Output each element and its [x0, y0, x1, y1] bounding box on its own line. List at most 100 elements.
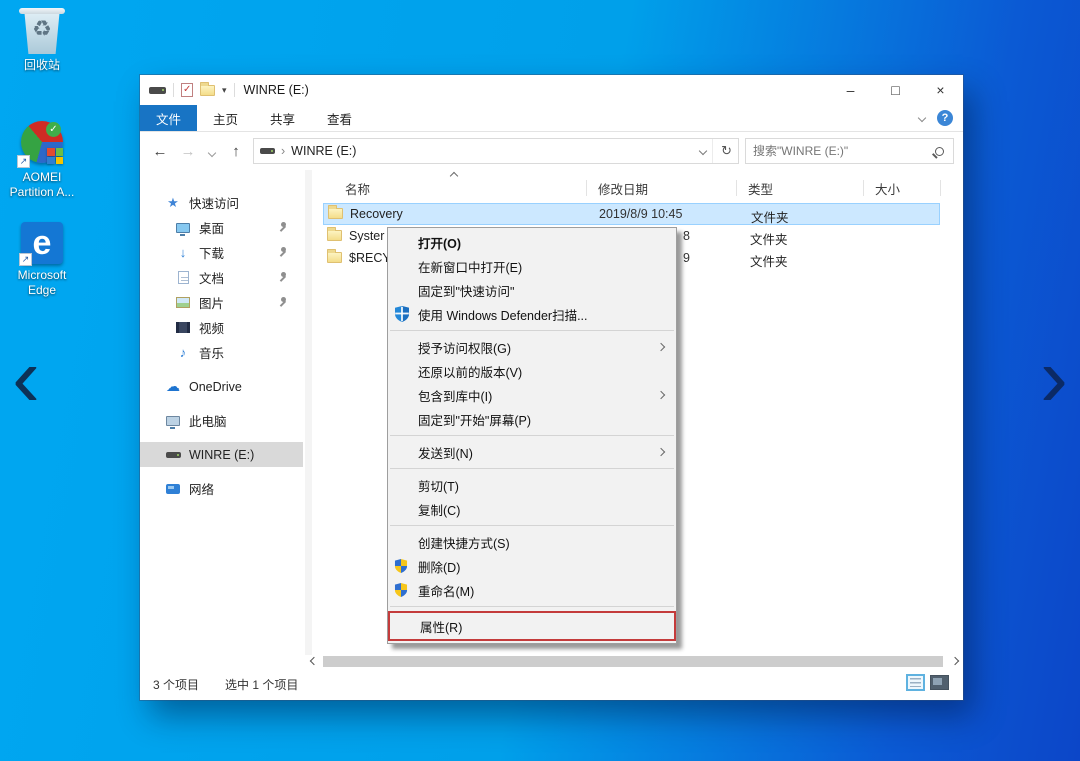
details-view-button[interactable] [906, 674, 925, 691]
sort-ascending-icon [450, 172, 458, 180]
menu-item-pin-quick-access[interactable]: 固定到"快速访问" [388, 278, 676, 302]
carousel-prev-icon[interactable]: ‹ [4, 342, 48, 418]
address-bar[interactable]: › WINRE (E:) ↻ [253, 138, 739, 164]
pin-icon [277, 247, 287, 257]
menu-item-open-new-window[interactable]: 在新窗口中打开(E) [388, 254, 676, 278]
menu-item-include-in-library[interactable]: 包含到库中(I) [388, 383, 676, 407]
menu-item-cut[interactable]: 剪切(T) [388, 473, 676, 497]
sidebar-item-downloads[interactable]: ↓ 下载 [140, 240, 303, 265]
thumbnail-view-button[interactable] [930, 675, 949, 690]
tab-home[interactable]: 主页 [197, 105, 254, 131]
desktop: ♻ 回收站 ↗ AOMEI Partition A... e ↗ Microso… [0, 0, 1080, 761]
tab-view[interactable]: 查看 [311, 105, 368, 131]
network-icon [165, 484, 181, 494]
menu-item-pin-to-start[interactable]: 固定到"开始"屏幕(P) [388, 407, 676, 431]
scroll-right-icon[interactable] [951, 657, 959, 665]
qat-dropdown-icon[interactable]: ▾ [222, 85, 227, 96]
desktop-icon-label2: Partition A... [0, 185, 84, 200]
help-icon[interactable]: ? [937, 110, 953, 126]
window-controls: – □ × [828, 75, 963, 105]
sidebar-item-videos[interactable]: 视频 [140, 315, 303, 340]
carousel-next-icon[interactable]: › [1032, 342, 1076, 418]
search-icon[interactable] [935, 147, 944, 156]
sidebar-label: 文档 [199, 268, 224, 287]
sidebar-item-network[interactable]: 网络 [140, 476, 303, 501]
desktop-icon-edge[interactable]: e ↗ Microsoft Edge [0, 222, 84, 298]
uac-shield-icon [394, 559, 408, 573]
quick-access-toolbar: ▾ [140, 83, 235, 97]
sidebar-item-winre-drive[interactable]: WINRE (E:) [140, 442, 303, 467]
menu-label: 授予访问权限(G) [418, 338, 511, 357]
column-header-name[interactable]: 名称 [345, 179, 370, 198]
forward-button[interactable]: → [177, 143, 199, 160]
menu-item-defender-scan[interactable]: 使用 Windows Defender扫描... [388, 302, 676, 326]
search-input[interactable] [753, 144, 935, 158]
tab-share[interactable]: 共享 [254, 105, 311, 131]
refresh-segment: ↻ [712, 139, 732, 163]
sidebar-label: 桌面 [199, 218, 224, 237]
menu-separator [390, 468, 674, 469]
close-button[interactable]: × [918, 75, 963, 105]
sidebar-label: 下载 [199, 243, 224, 262]
ribbon-tabs: 文件 主页 共享 查看 ? [140, 105, 963, 132]
tab-file[interactable]: 文件 [140, 105, 197, 131]
scroll-left-icon[interactable] [310, 657, 318, 665]
sidebar-item-this-pc[interactable]: 此电脑 [140, 408, 303, 433]
search-box[interactable] [745, 138, 954, 164]
column-header-type[interactable]: 类型 [748, 179, 773, 198]
desktop-icon-label: 回收站 [0, 58, 84, 73]
scrollbar-thumb[interactable] [323, 656, 943, 667]
ribbon-right-controls: ? [919, 105, 963, 131]
sidebar-item-pictures[interactable]: 图片 [140, 290, 303, 315]
drive-icon [149, 87, 166, 94]
sidebar-scrollbar[interactable] [305, 170, 312, 655]
menu-label: 复制(C) [418, 500, 460, 519]
menu-item-properties[interactable]: 属性(R) [388, 611, 676, 641]
sidebar-item-quick-access[interactable]: ★ 快速访问 [140, 190, 303, 215]
menu-item-restore-previous[interactable]: 还原以前的版本(V) [388, 359, 676, 383]
back-button[interactable]: ← [149, 143, 171, 160]
sidebar-item-desktop[interactable]: 桌面 [140, 215, 303, 240]
sidebar-item-music[interactable]: ♪ 音乐 [140, 340, 303, 365]
separator [234, 83, 235, 97]
menu-item-copy[interactable]: 复制(C) [388, 497, 676, 521]
breadcrumb-path[interactable]: WINRE (E:) [291, 144, 356, 158]
menu-item-rename[interactable]: 重命名(M) [388, 578, 676, 602]
minimize-button[interactable]: – [828, 75, 873, 105]
column-separator[interactable] [736, 180, 737, 196]
recent-locations-icon[interactable] [205, 143, 219, 160]
sidebar-label: 视频 [199, 318, 224, 337]
up-button[interactable]: ↑ [225, 143, 247, 160]
star-icon: ★ [165, 195, 181, 211]
sidebar-label: 音乐 [199, 343, 224, 362]
properties-checkbox-icon[interactable] [181, 83, 193, 97]
drive-icon [165, 452, 181, 458]
refresh-icon[interactable]: ↻ [721, 143, 732, 159]
menu-item-create-shortcut[interactable]: 创建快捷方式(S) [388, 530, 676, 554]
menu-separator [390, 525, 674, 526]
column-separator[interactable] [586, 180, 587, 196]
menu-item-delete[interactable]: 删除(D) [388, 554, 676, 578]
address-dropdown-icon[interactable] [699, 147, 707, 155]
column-separator[interactable] [863, 180, 864, 196]
new-folder-icon[interactable] [200, 85, 215, 96]
desktop-icon-recycle-bin[interactable]: ♻ 回收站 [0, 8, 84, 73]
this-pc-icon [165, 416, 181, 426]
shortcut-arrow-icon: ↗ [17, 155, 30, 168]
menu-item-send-to[interactable]: 发送到(N) [388, 440, 676, 464]
collapse-ribbon-icon[interactable] [918, 114, 926, 122]
file-row-recovery[interactable]: Recovery 2019/8/9 10:45 文件夹 [323, 203, 940, 225]
sidebar-item-onedrive[interactable]: ☁ OneDrive [140, 374, 303, 399]
file-type: 文件夹 [751, 207, 789, 226]
column-header-size[interactable]: 大小 [875, 179, 900, 198]
sidebar-item-documents[interactable]: 文档 [140, 265, 303, 290]
column-header-date[interactable]: 修改日期 [598, 179, 648, 198]
edge-app-icon: e ↗ [21, 222, 63, 264]
separator [173, 83, 174, 97]
maximize-button[interactable]: □ [873, 75, 918, 105]
column-separator[interactable] [940, 180, 941, 196]
menu-item-give-access[interactable]: 授予访问权限(G) [388, 335, 676, 359]
desktop-icon-aomei[interactable]: ↗ AOMEI Partition A... [0, 120, 84, 200]
menu-item-open[interactable]: 打开(O) [388, 230, 676, 254]
menu-label: 使用 Windows Defender扫描... [418, 305, 588, 324]
